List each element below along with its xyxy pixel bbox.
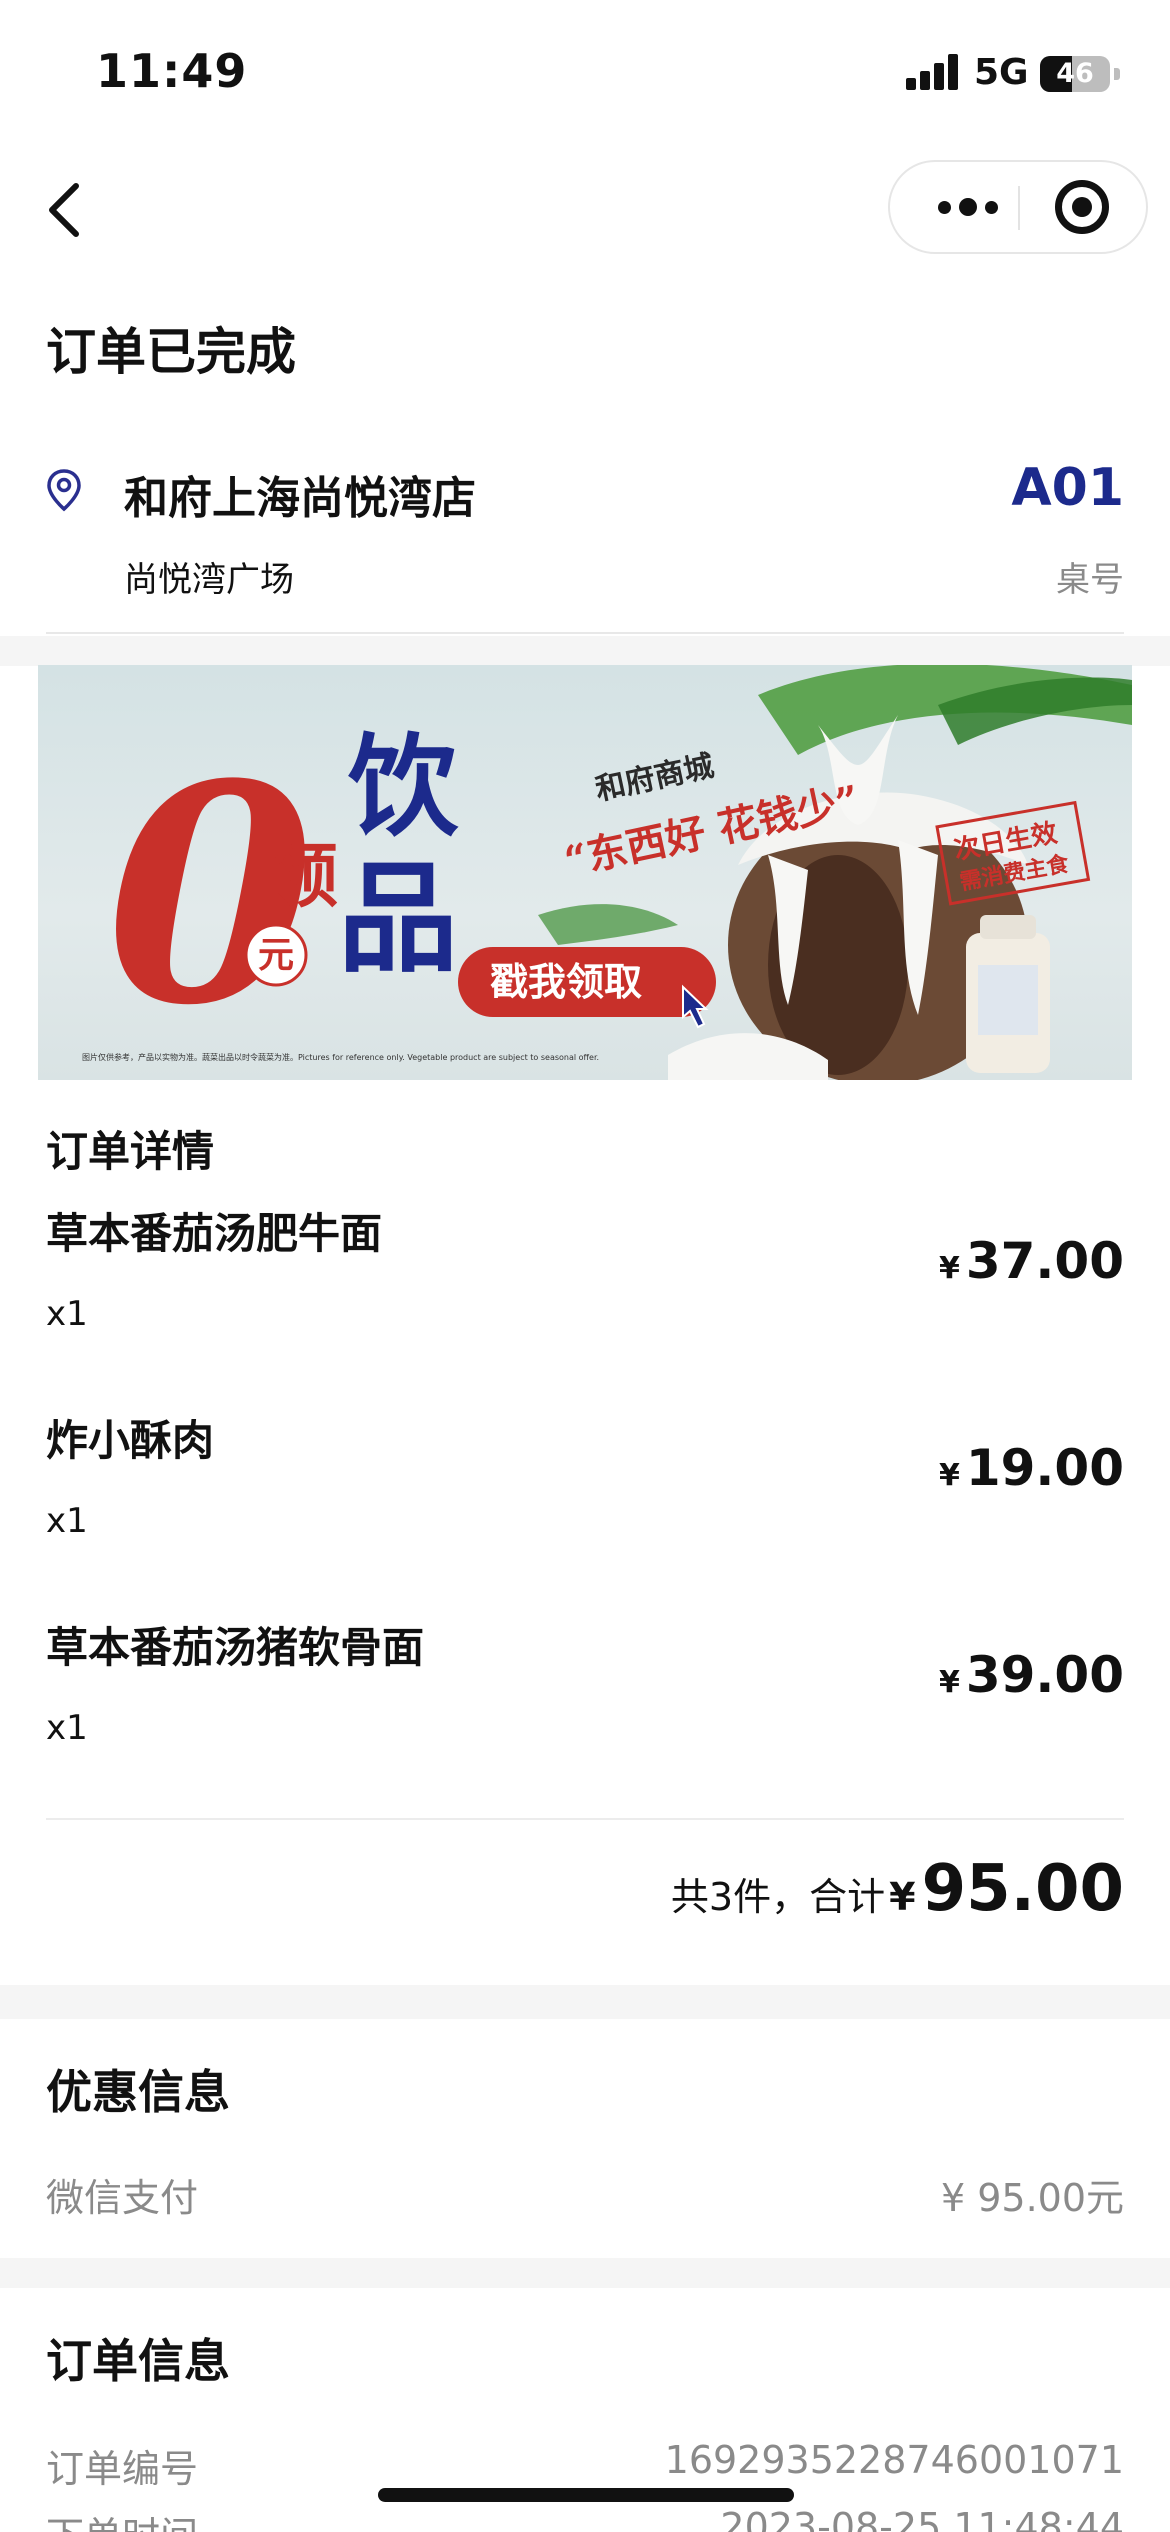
banner-ling: 领 (268, 834, 338, 917)
home-indicator (378, 2488, 794, 2502)
more-dots-icon-center (959, 198, 977, 216)
order-number-value: 1692935228746001071 (664, 2438, 1124, 2482)
battery-icon: 46 (1040, 56, 1110, 92)
item-price: ¥19.00 (939, 1439, 1124, 1497)
order-number-label: 订单编号 (46, 2447, 199, 2491)
item-name: 草本番茄汤猪软骨面 (46, 1623, 425, 1672)
order-status-title: 订单已完成 (46, 323, 296, 381)
store-area: 尚悦湾广场 (124, 560, 294, 600)
battery-tip (1114, 68, 1120, 80)
item-price-value: 19.00 (965, 1439, 1124, 1497)
item-price: ¥37.00 (939, 1232, 1124, 1290)
order-info-title: 订单信息 (46, 2334, 230, 2388)
payment-amount: ¥ 95.00元 (940, 2176, 1124, 2220)
store-info: 和府上海尚悦湾店 尚悦湾广场 A01 桌号 (0, 440, 1170, 640)
item-qty: x1 (46, 1294, 88, 1334)
more-button[interactable] (926, 162, 1010, 252)
order-time-label: 下单时间 (46, 2505, 198, 2532)
network-type: 5G (974, 52, 1029, 93)
section-gap (0, 1985, 1170, 2019)
currency-symbol: ¥ (938, 1251, 960, 1286)
divider (46, 632, 1124, 634)
more-dots-icon (938, 200, 951, 214)
table-label: 桌号 (1056, 560, 1124, 600)
table-number: A01 (1011, 458, 1124, 518)
battery-level: 46 (1056, 58, 1094, 89)
banner-mall: 和府商城 (592, 749, 717, 808)
item-name: 草本番茄汤肥牛面 (46, 1209, 383, 1258)
banner-claim-button[interactable]: 戳我领取 (490, 959, 642, 1004)
item-price: ¥39.00 (939, 1646, 1124, 1704)
nav-bar (0, 150, 1170, 270)
banner-yuan: 元 (258, 934, 294, 976)
total-currency: ¥ (889, 1875, 916, 1919)
item-name: 炸小酥肉 (46, 1416, 215, 1465)
mini-program-capsule (888, 160, 1148, 254)
banner-yin: 饮 (348, 722, 459, 851)
close-target-icon[interactable] (1055, 180, 1109, 234)
status-bar: 11:49 5G 46 (0, 0, 1170, 150)
chevron-left-icon (49, 183, 79, 237)
discount-title: 优惠信息 (46, 2065, 230, 2119)
back-button[interactable] (40, 180, 100, 240)
section-gap (0, 2258, 1170, 2288)
promo-banner[interactable]: 0 元 领 饮 品 和府商城 “东西好 花钱少” 戳我领取 次日生效 需消费主食… (38, 665, 1132, 1080)
banner-footnote: 图片仅供参考，产品以实物为准。蔬菜出品以时令蔬菜为准。Pictures for … (82, 1052, 599, 1062)
more-dots-icon-right (985, 200, 998, 214)
payment-method-label: 微信支付 (46, 2176, 199, 2220)
order-total: 共3件，合计 ¥ 95.00 (671, 1852, 1124, 1926)
currency-symbol: ¥ (938, 1458, 960, 1493)
divider (46, 1818, 1124, 1820)
signal-icon (906, 54, 960, 90)
currency-symbol: ¥ (938, 1665, 960, 1700)
details-title: 订单详情 (46, 1127, 215, 1176)
status-time: 11:49 (96, 44, 248, 98)
order-time-value: 2023-08-25 11:48:44 (720, 2505, 1124, 2532)
item-qty: x1 (46, 1708, 88, 1748)
item-price-value: 37.00 (965, 1232, 1124, 1290)
total-count: 共3件，合计 (670, 1875, 886, 1919)
store-name: 和府上海尚悦湾店 (124, 473, 476, 524)
capsule-divider (1018, 186, 1020, 230)
total-amount: 95.00 (921, 1852, 1124, 1926)
item-price-value: 39.00 (965, 1646, 1124, 1704)
item-qty: x1 (46, 1501, 88, 1541)
section-gap (0, 636, 1170, 666)
promo-banner-art: 0 元 领 饮 品 和府商城 “东西好 花钱少” 戳我领取 次日生效 需消费主食… (82, 665, 1132, 1080)
location-pin-icon (47, 469, 81, 512)
banner-pin: 品 (338, 848, 458, 989)
